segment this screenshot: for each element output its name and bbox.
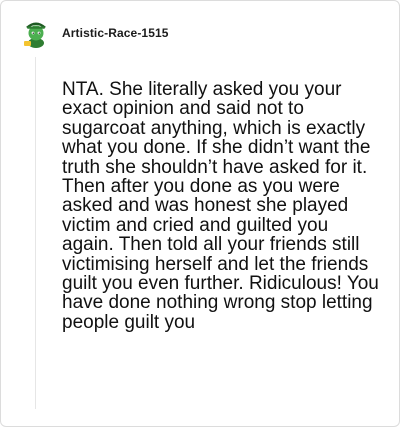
comment-body-text: NTA. She literally asked you your exact … [62,79,379,333]
user-avatar-icon[interactable] [22,17,50,49]
comment-card: Artistic-Race-1515 NTA. She literally as… [0,0,400,427]
snoo-avatar-icon [24,22,46,48]
comment-author[interactable]: Artistic-Race-1515 [62,26,169,40]
thread-line[interactable] [35,57,36,409]
